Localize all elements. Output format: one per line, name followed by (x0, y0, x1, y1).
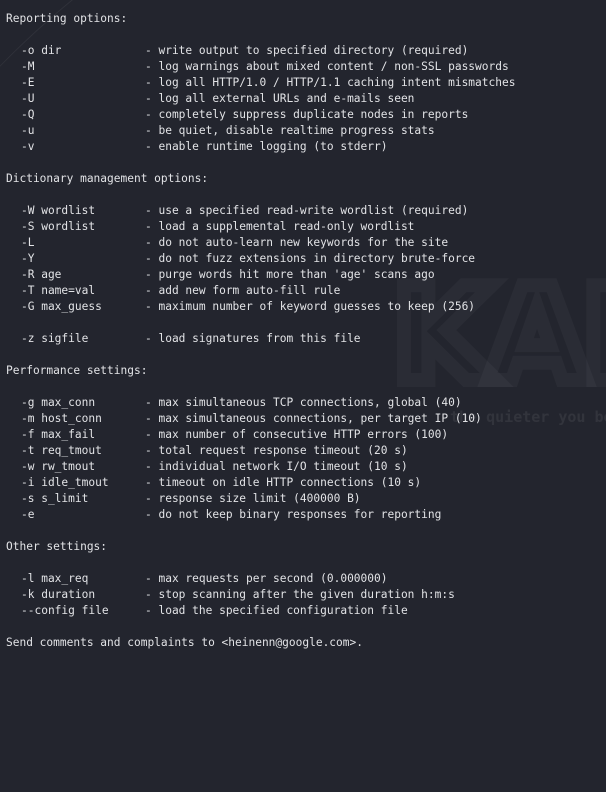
option-flag: -i idle_tmout (21, 476, 109, 489)
option-flag: -t req_tmout (21, 444, 102, 457)
option-flag: --config file (21, 604, 109, 617)
terminal-output: Reporting options: -o dir - write output t… (6, 11, 515, 651)
option-flag: -W wordlist (21, 204, 96, 217)
option-row: -G max_guess - maximum number of keyword … (6, 299, 515, 315)
option-row: -u - be quiet, disable realtime progress … (6, 123, 515, 139)
option-description: - load signatures from this file (145, 332, 361, 345)
option-flag: -M (21, 60, 35, 73)
option-row: -t req_tmout - total request response tim… (6, 443, 515, 459)
option-description: - stop scanning after the given duration… (145, 588, 455, 601)
option-flag: -U (21, 92, 35, 105)
option-description: - enable runtime logging (to stderr) (145, 140, 388, 153)
option-row: -o dir - write output to specified direct… (6, 43, 515, 59)
option-flag: -f max_fail (21, 428, 96, 441)
option-description: - individual network I/O timeout (10 s) (145, 460, 408, 473)
option-row: -W wordlist - use a specified read-write … (6, 203, 515, 219)
option-flag: -z sigfile (21, 332, 89, 345)
option-description: - maximum number of keyword guesses to k… (145, 300, 476, 313)
option-description: - timeout on idle HTTP connections (10 s… (145, 476, 422, 489)
option-row: -R age - purge words hit more than 'age' … (6, 267, 515, 283)
option-flag: -u (21, 124, 35, 137)
option-flag: -L (21, 236, 35, 249)
option-row: -Q - completely suppress duplicate nodes … (6, 107, 515, 123)
option-description: - use a specified read-write wordlist (r… (145, 204, 469, 217)
option-description: - max requests per second (0.000000) (145, 572, 388, 585)
option-row: -f max_fail - max number of consecutive H… (6, 427, 515, 443)
option-flag: -E (21, 76, 35, 89)
section-title: Other settings: (6, 540, 108, 553)
option-description: - load the specified configuration file (145, 604, 408, 617)
option-description: - do not keep binary responses for repor… (145, 508, 442, 521)
option-row: -z sigfile - load signatures from this fi… (6, 331, 515, 347)
section-title: Dictionary management options: (6, 172, 209, 185)
option-row: -E - log all HTTP/1.0 / HTTP/1.1 caching … (6, 75, 515, 91)
option-flag: -w rw_tmout (21, 460, 96, 473)
option-row: -v - enable runtime logging (to stderr) (6, 139, 515, 155)
option-description: - log all HTTP/1.0 / HTTP/1.1 caching in… (145, 76, 516, 89)
option-row: -e - do not keep binary responses for rep… (6, 507, 515, 523)
option-description: - write output to specified directory (r… (145, 44, 469, 57)
option-description: - log all external URLs and e-mails seen (145, 92, 415, 105)
option-row: -m host_conn - max simultaneous connectio… (6, 411, 515, 427)
option-flag: -g max_conn (21, 396, 96, 409)
option-description: - max number of consecutive HTTP errors … (145, 428, 449, 441)
option-description: - max simultaneous TCP connections, glob… (145, 396, 462, 409)
option-description: - load a supplemental read-only wordlist (145, 220, 415, 233)
option-description: - log warnings about mixed content / non… (145, 60, 509, 73)
option-flag: -G max_guess (21, 300, 102, 313)
option-flag: -Y (21, 252, 35, 265)
option-description: - completely suppress duplicate nodes in… (145, 108, 469, 121)
option-row: --config file - load the specified config… (6, 603, 515, 619)
option-row: -U - log all external URLs and e-mails se… (6, 91, 515, 107)
option-flag: -S wordlist (21, 220, 96, 233)
option-row: -g max_conn - max simultaneous TCP connec… (6, 395, 515, 411)
option-flag: -m host_conn (21, 412, 102, 425)
option-description: - be quiet, disable realtime progress st… (145, 124, 435, 137)
option-description: - response size limit (400000 B) (145, 492, 361, 505)
option-row: -Y - do not fuzz extensions in directory … (6, 251, 515, 267)
option-description: - max simultaneous connections, per targ… (145, 412, 482, 425)
option-row: -L - do not auto-learn new keywords for t… (6, 235, 515, 251)
option-row: -S wordlist - load a supplemental read-on… (6, 219, 515, 235)
option-flag: -e (21, 508, 35, 521)
option-flag: -R age (21, 268, 62, 281)
option-flag: -l max_req (21, 572, 89, 585)
option-description: - do not fuzz extensions in directory br… (145, 252, 476, 265)
option-description: - do not auto-learn new keywords for the… (145, 236, 449, 249)
option-description: - purge words hit more than 'age' scans … (145, 268, 435, 281)
option-row: -s s_limit - response size limit (400000 … (6, 491, 515, 507)
option-flag: -s s_limit (21, 492, 89, 505)
option-flag: -v (21, 140, 35, 153)
option-flag: -Q (21, 108, 35, 121)
option-flag: -k duration (21, 588, 96, 601)
option-flag: -o dir (21, 44, 62, 57)
option-row: -k duration - stop scanning after the giv… (6, 587, 515, 603)
footer-text: Send comments and complaints to <heinenn… (6, 636, 363, 649)
section-title: Reporting options: (6, 12, 128, 25)
option-row: -M - log warnings about mixed content / n… (6, 59, 515, 75)
section-title: Performance settings: (6, 364, 148, 377)
option-row (6, 315, 515, 331)
option-row: -l max_req - max requests per second (0.0… (6, 571, 515, 587)
option-flag: -T name=val (21, 284, 96, 297)
option-row: -w rw_tmout - individual network I/O time… (6, 459, 515, 475)
option-row: -i idle_tmout - timeout on idle HTTP conn… (6, 475, 515, 491)
option-description: - total request response timeout (20 s) (145, 444, 408, 457)
option-row: -T name=val - add new form auto-fill rule (6, 283, 515, 299)
option-description: - add new form auto-fill rule (145, 284, 341, 297)
